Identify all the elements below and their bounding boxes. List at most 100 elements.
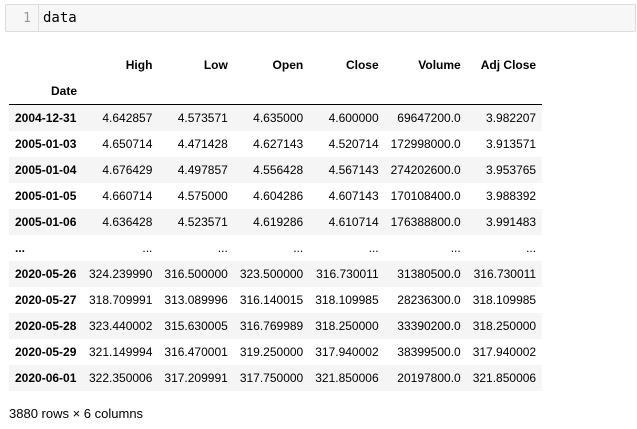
table-cell: 323.500000 xyxy=(239,266,304,281)
column-header: Close xyxy=(345,58,379,72)
table-cell: 315.630005 xyxy=(164,318,228,333)
table-cell: 31380500.0 xyxy=(397,266,461,281)
table-row: 2020-05-27 318.709991 313.089996 316.140015… xyxy=(9,287,542,313)
dataframe-output: High Low Open Close Volume Adj Close Dat… xyxy=(9,52,543,391)
table-row: 2005-01-05 4.660714 4.575000 4.604286 4.6071… xyxy=(9,183,542,209)
table-cell: ... xyxy=(293,240,304,255)
table-cell: 318.709991 xyxy=(89,292,153,307)
table-row: 2004-12-31 4.642857 4.573571 4.635000 4.6000… xyxy=(9,104,543,131)
row-index: ... xyxy=(15,240,26,255)
notebook-output: 1 data High Low Open Close Volume Adj Cl… xyxy=(0,0,637,429)
table-cell: 170108400.0 xyxy=(390,188,461,203)
table-cell: 321.149994 xyxy=(89,344,153,359)
dataframe-table: High Low Open Close Volume Adj Close Dat… xyxy=(9,52,543,391)
row-index: 2020-05-29 xyxy=(15,344,77,359)
table-cell: 3.953765 xyxy=(486,162,537,177)
table-cell: 274202600.0 xyxy=(390,162,461,177)
table-cell: 4.642857 xyxy=(102,110,153,125)
table-cell: 316.730011 xyxy=(473,266,537,281)
table-row: 2005-01-04 4.676429 4.497857 4.556428 4.5671… xyxy=(9,156,543,183)
table-cell: 4.627143 xyxy=(253,136,304,151)
table-cell: 316.500000 xyxy=(164,266,228,281)
table-row: ..................... xyxy=(9,235,542,261)
code-text[interactable]: data xyxy=(39,10,77,26)
table-cell: 323.440002 xyxy=(89,318,153,333)
line-number: 1 xyxy=(6,5,39,31)
table-cell: 321.850006 xyxy=(315,370,379,385)
row-index: 2020-05-27 xyxy=(15,292,77,307)
table-cell: 3.913571 xyxy=(486,136,537,151)
table-cell: 38399500.0 xyxy=(397,344,461,359)
table-cell: 4.575000 xyxy=(177,188,228,203)
dataframe-shape: 3880 rows × 6 columns xyxy=(9,406,144,421)
table-cell: 4.567143 xyxy=(328,162,379,177)
table-cell: 319.250000 xyxy=(239,344,304,359)
table-cell: 4.676429 xyxy=(102,162,153,177)
table-cell: 4.619286 xyxy=(253,214,304,229)
table-cell: 4.523571 xyxy=(177,214,228,229)
table-cell: 4.604286 xyxy=(253,188,304,203)
table-body: 2004-12-31 4.642857 4.573571 4.635000 4.6000… xyxy=(9,104,543,391)
table-cell: 4.660714 xyxy=(102,188,153,203)
table-cell: 4.610714 xyxy=(328,214,379,229)
table-cell: 317.940002 xyxy=(472,344,537,359)
table-row: 2020-05-29 321.149994 316.470001 319.250000… xyxy=(9,339,542,365)
table-cell: 4.607143 xyxy=(328,188,379,203)
row-index: 2020-06-01 xyxy=(15,370,77,385)
table-cell: 4.556428 xyxy=(253,162,304,177)
table-cell: 318.109985 xyxy=(472,292,537,307)
column-header: High xyxy=(125,58,153,72)
table-cell: 172998000.0 xyxy=(390,136,461,151)
table-cell: 4.520714 xyxy=(328,136,379,151)
table-cell: 4.497857 xyxy=(177,162,228,177)
table-cell: 322.350006 xyxy=(89,370,153,385)
table-cell: 4.635000 xyxy=(253,110,304,125)
table-cell: 33390200.0 xyxy=(397,318,461,333)
table-cell: 176388800.0 xyxy=(390,214,461,229)
table-cell: ... xyxy=(368,240,379,255)
table-cell: 3.982207 xyxy=(486,110,537,125)
table-cell: 4.600000 xyxy=(328,110,379,125)
table-cell: 316.730011 xyxy=(316,266,379,281)
index-name-row: Date xyxy=(9,78,543,105)
table-cell: 316.470001 xyxy=(164,344,228,359)
table-cell: ... xyxy=(450,240,461,255)
table-cell: 324.239990 xyxy=(89,266,153,281)
table-cell: 318.250000 xyxy=(472,318,537,333)
table-cell: 4.573571 xyxy=(177,110,228,125)
table-cell: 316.140015 xyxy=(239,292,304,307)
row-index: 2005-01-04 xyxy=(15,162,77,177)
table-row: 2005-01-06 4.636428 4.523571 4.619286 4.6107… xyxy=(9,208,543,235)
table-row: 2020-05-28 323.440002 315.630005 316.769989… xyxy=(9,312,543,339)
table-cell: 4.471428 xyxy=(177,136,228,151)
table-row: 2020-05-26 324.239990 316.500000 323.500000… xyxy=(9,260,543,287)
table-cell: 20197800.0 xyxy=(397,370,461,385)
table-cell: 4.650714 xyxy=(102,136,153,151)
row-index: 2005-01-03 xyxy=(15,136,77,151)
table-cell: 316.769989 xyxy=(239,318,304,333)
table-cell: 28236300.0 xyxy=(397,292,461,307)
table-cell: ... xyxy=(217,240,228,255)
code-input-cell[interactable]: 1 data xyxy=(5,4,636,32)
table-row: 2020-06-01 322.350006 317.209991 317.750000… xyxy=(9,364,543,391)
table-cell: 4.636428 xyxy=(102,214,153,229)
table-cell: 317.750000 xyxy=(239,370,304,385)
table-cell: 317.940002 xyxy=(315,344,379,359)
index-name: Date xyxy=(9,78,83,105)
row-index: 2005-01-06 xyxy=(15,214,77,229)
column-header: Open xyxy=(272,58,304,72)
table-cell: 318.109985 xyxy=(315,292,379,307)
table-row: 2005-01-03 4.650714 4.471428 4.627143 4.5207… xyxy=(9,131,542,157)
column-header: Volume xyxy=(418,58,461,72)
table-cell: 3.988392 xyxy=(486,188,537,203)
row-index: 2020-05-26 xyxy=(15,266,77,281)
column-header: Adj Close xyxy=(480,58,537,72)
table-cell: 318.250000 xyxy=(315,318,379,333)
column-header: Low xyxy=(203,58,228,72)
table-cell: 3.991483 xyxy=(486,214,537,229)
column-header-row: High Low Open Close Volume Adj Close xyxy=(9,52,542,78)
table-cell: ... xyxy=(142,240,153,255)
row-index: 2005-01-05 xyxy=(15,188,77,203)
table-cell: 321.850006 xyxy=(472,370,537,385)
row-index: 2004-12-31 xyxy=(15,110,77,125)
